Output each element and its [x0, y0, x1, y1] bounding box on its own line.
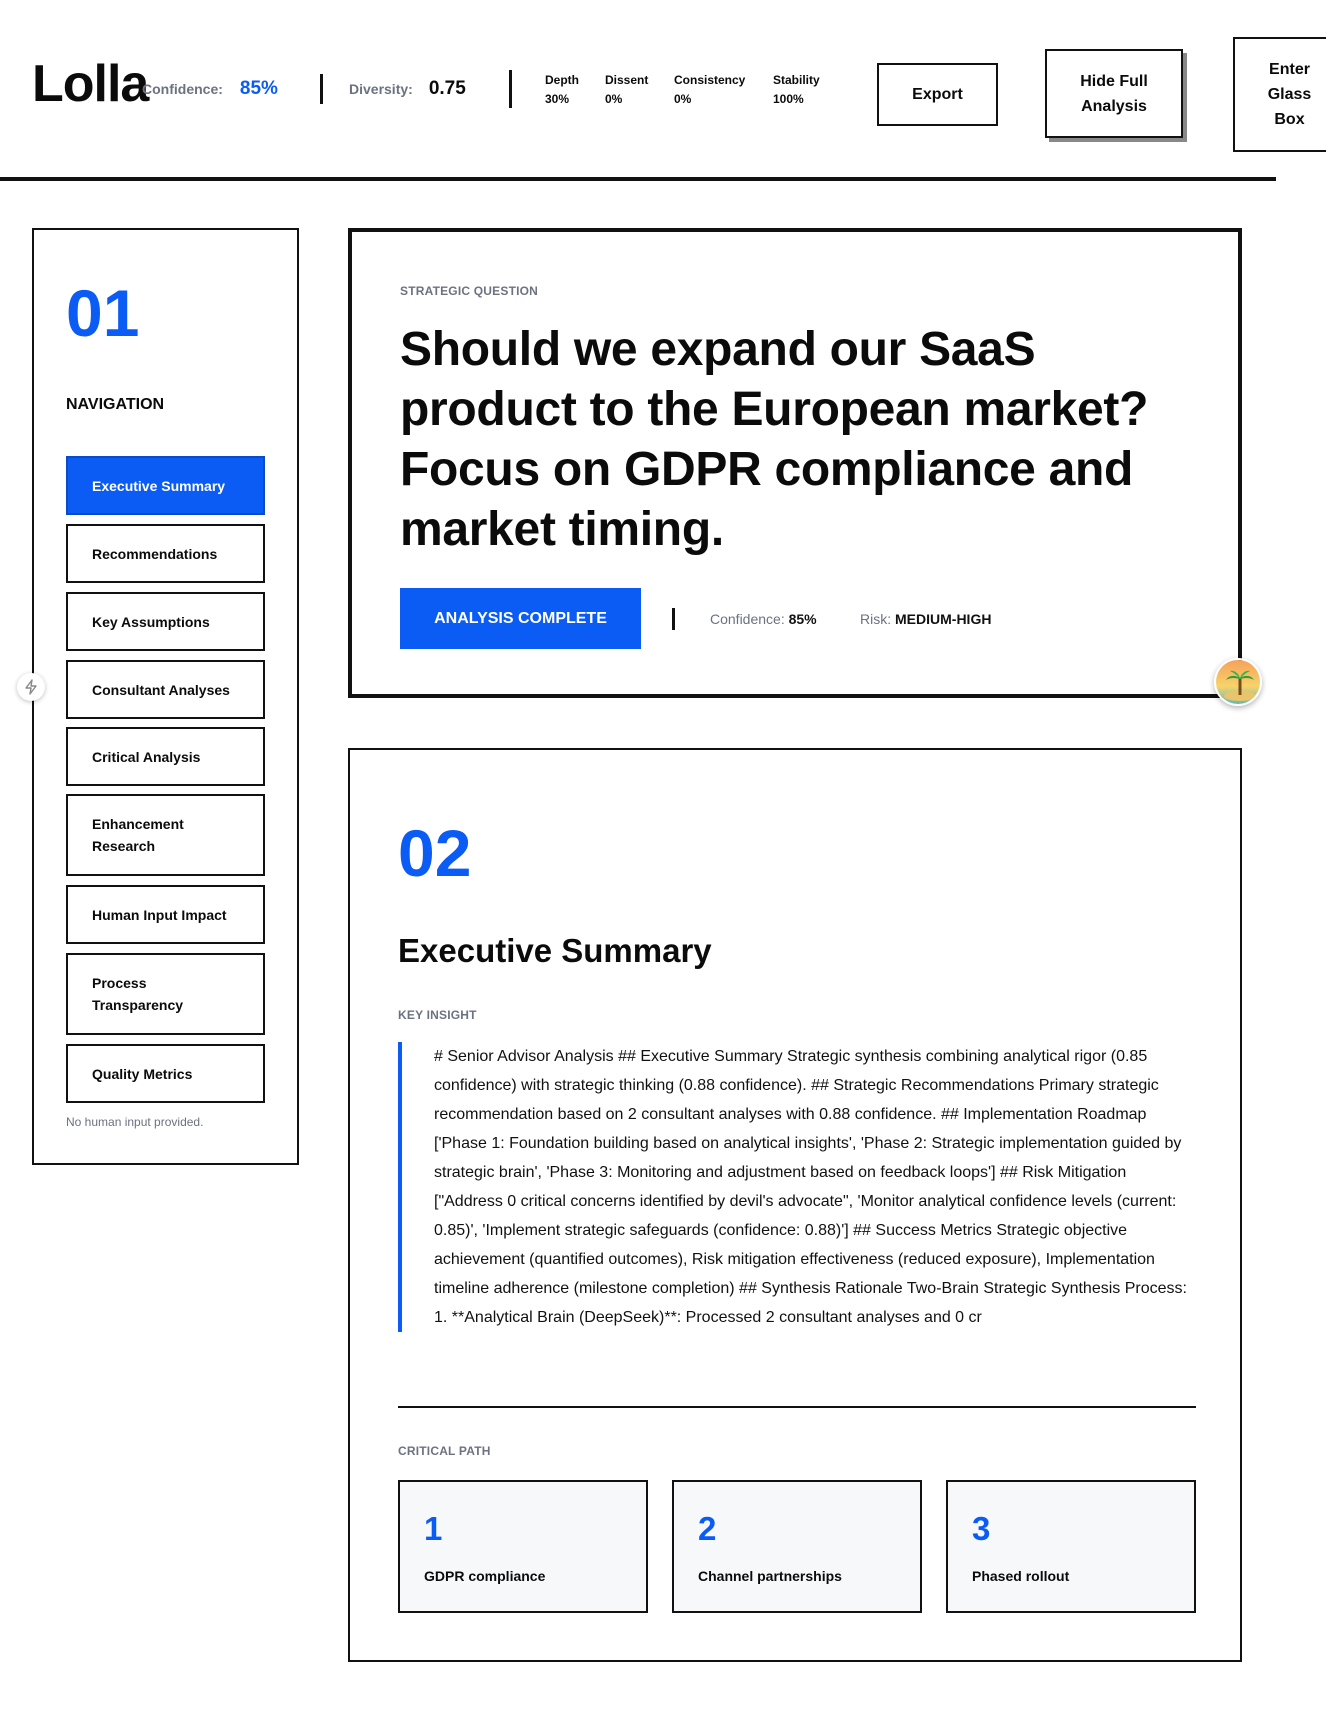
export-button-label: Export — [912, 86, 963, 103]
brand-logo: Lolla — [32, 55, 149, 113]
strategic-question-card: STRATEGIC QUESTION Should we expand our … — [348, 228, 1242, 698]
critical-path-step: 3 Phased rollout — [946, 1480, 1196, 1613]
hide-full-analysis-button[interactable]: Hide Full Analysis — [1045, 49, 1183, 138]
confidence-readout: Confidence: 85% — [142, 78, 278, 100]
status-label: ANALYSIS COMPLETE — [434, 609, 607, 627]
question-confidence: Confidence: 85% — [710, 611, 817, 627]
metric-value: 30% — [545, 92, 570, 106]
section-title: Executive Summary — [398, 932, 712, 969]
sidebar-item-consultant-analyses[interactable]: Consultant Analyses — [66, 660, 265, 719]
section-number: 02 — [398, 816, 472, 890]
confidence-label: Confidence: — [142, 81, 223, 97]
divider — [672, 608, 675, 630]
diversity-value: 0.75 — [428, 78, 466, 99]
step-label: Phased rollout — [972, 1568, 1070, 1584]
sidebar-item-label: Process Transparency — [92, 975, 184, 1013]
divider — [509, 70, 512, 108]
step-label: GDPR compliance — [424, 1568, 546, 1584]
step-label: Channel partnerships — [698, 1568, 842, 1584]
sidebar-item-label: Key Assumptions — [92, 613, 210, 630]
critical-path-eyebrow: CRITICAL PATH — [398, 1444, 491, 1458]
divider — [398, 1406, 1196, 1408]
critical-path-step: 1 GDPR compliance — [398, 1480, 648, 1613]
step-number: 1 — [424, 1510, 443, 1547]
sidebar-item-critical-analysis[interactable]: Critical Analysis — [66, 727, 265, 786]
critical-path-step: 2 Channel partnerships — [672, 1480, 922, 1613]
key-insight-eyebrow: KEY INSIGHT — [398, 1008, 477, 1022]
glass-button-label-line2: Glass — [1267, 86, 1312, 103]
sidebar-item-enhancement-research[interactable]: Enhancement Research — [66, 794, 265, 876]
question-text: Should we expand our SaaS product to the… — [400, 323, 1149, 556]
sidebar-item-label: Executive Summary — [92, 477, 226, 494]
metric-label: Consistency — [674, 73, 746, 87]
sidebar-item-process-transparency[interactable]: Process Transparency — [66, 953, 265, 1035]
sidebar-item-label: Quality Metrics — [92, 1065, 193, 1082]
key-insight-text: # Senior Advisor Analysis ## Executive S… — [398, 1042, 1198, 1332]
export-button[interactable]: Export — [877, 63, 998, 126]
sidebar-item-executive-summary[interactable]: Executive Summary — [66, 456, 265, 515]
sidebar-item-label: Critical Analysis — [92, 748, 201, 765]
divider — [320, 74, 323, 104]
header-rule — [0, 177, 1276, 181]
metric-label: Depth — [545, 73, 579, 87]
confidence-value: 85% — [239, 78, 278, 99]
metric-label: Stability — [773, 73, 820, 87]
question-confidence-label: Confidence: — [710, 611, 785, 627]
top-bar: Lolla Confidence: 85% Diversity: 0.75 De… — [0, 0, 1326, 182]
sidebar-item-label: Human Input Impact — [92, 906, 227, 923]
question-confidence-value: 85% — [788, 611, 817, 627]
sidebar-item-recommendations[interactable]: Recommendations — [66, 524, 265, 583]
metric-stability: Stability 100% — [773, 71, 820, 109]
glass-button-label-line3: Box — [1274, 111, 1305, 128]
sidebar-item-quality-metrics[interactable]: Quality Metrics — [66, 1044, 265, 1103]
analysis-status-badge: ANALYSIS COMPLETE — [400, 588, 641, 649]
metric-consistency: Consistency 0% — [674, 71, 745, 109]
section-number: 01 — [66, 276, 140, 350]
navigation-sidebar: 01 NAVIGATION Executive Summary Recommen… — [32, 228, 299, 1165]
sidebar-title: NAVIGATION — [66, 396, 165, 413]
metric-value: 0% — [674, 92, 692, 106]
diversity-label: Diversity: — [349, 81, 413, 97]
enter-glass-box-button[interactable]: Enter Glass Box — [1233, 37, 1326, 152]
hide-button-label-line2: Analysis — [1081, 97, 1147, 115]
question-risk: Risk: MEDIUM-HIGH — [860, 611, 991, 627]
sidebar-item-key-assumptions[interactable]: Key Assumptions — [66, 592, 265, 651]
question-risk-value: MEDIUM-HIGH — [895, 611, 992, 627]
hide-button-label-line1: Hide Full — [1080, 72, 1148, 90]
question-risk-label: Risk: — [860, 611, 892, 627]
sidebar-item-human-input-impact[interactable]: Human Input Impact — [66, 885, 265, 944]
step-number: 3 — [972, 1510, 991, 1547]
diversity-readout: Diversity: 0.75 — [349, 78, 466, 100]
metric-depth: Depth 30% — [545, 71, 579, 109]
metric-value: 100% — [773, 92, 804, 106]
question-eyebrow: STRATEGIC QUESTION — [400, 284, 539, 298]
sidebar-item-label: Enhancement Research — [92, 816, 184, 854]
sidebar-item-label: Consultant Analyses — [92, 681, 230, 698]
human-input-note: No human input provided. — [66, 1115, 204, 1129]
metric-dissent: Dissent 0% — [605, 71, 648, 109]
step-number: 2 — [698, 1510, 717, 1547]
island-avatar-icon[interactable] — [1214, 658, 1262, 706]
glass-button-label-line1: Enter — [1269, 61, 1310, 78]
lightning-icon[interactable] — [17, 673, 45, 701]
executive-summary-card: 02 Executive Summary KEY INSIGHT # Senio… — [348, 748, 1242, 1662]
metric-label: Dissent — [605, 73, 649, 87]
metric-value: 0% — [605, 92, 623, 106]
sidebar-item-label: Recommendations — [92, 545, 218, 562]
